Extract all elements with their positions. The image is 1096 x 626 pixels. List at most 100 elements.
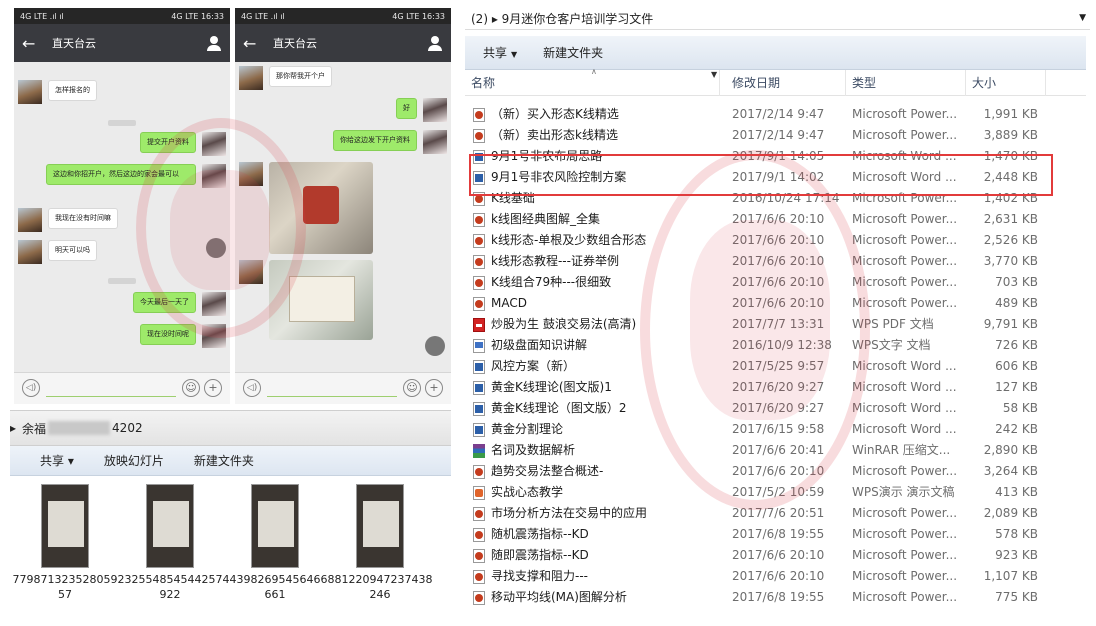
avatar[interactable]: [423, 130, 447, 154]
new-folder-button[interactable]: 新建文件夹: [194, 452, 254, 469]
file-row[interactable]: k线形态-单根及少数组合形态 2017/6/6 20:10 Microsoft Po…: [465, 230, 1090, 251]
word-file-icon: [473, 150, 485, 164]
avatar[interactable]: [239, 162, 263, 186]
breadcrumb-suffix: 4202: [112, 421, 143, 435]
column-size[interactable]: 大小: [966, 70, 1046, 96]
file-row[interactable]: 风控方案（新） 2017/5/25 9:57 Microsoft Word ... 6…: [465, 356, 1090, 377]
emoji-icon[interactable]: ☺: [182, 379, 200, 397]
file-row[interactable]: 9月1号非农布局思路 2017/9/1 14:05 Microsoft Word .…: [465, 146, 1090, 167]
nav-arrow-icon[interactable]: ▸: [10, 421, 16, 435]
image-thumbnail[interactable]: 443982695456466661: [220, 484, 330, 602]
powerpoint-file-icon: [473, 108, 485, 122]
image-thumbnail[interactable]: 881220947237438246: [325, 484, 435, 602]
breadcrumb[interactable]: (2) ▸ 9月迷你仓客户培训学习文件: [471, 10, 653, 27]
file-name: 初级盘面知识讲解: [491, 338, 588, 352]
contact-profile-icon[interactable]: [427, 35, 443, 51]
file-row[interactable]: 移动平均线(MA)图解分析 2017/6/8 19:55 Microsoft Pow…: [465, 587, 1090, 608]
message-bubble: 怎样报名的: [48, 80, 97, 101]
file-row[interactable]: 趋势交易法整合概述- 2017/6/6 20:10 Microsoft Power.…: [465, 461, 1090, 482]
file-size: 242 KB: [995, 422, 1038, 436]
address-bar[interactable]: (2) ▸ 9月迷你仓客户培训学习文件 ▼: [465, 8, 1090, 30]
file-row[interactable]: 炒股为生 鼓浪交易法(高清) 2017/7/7 13:31 WPS PDF 文档 9,…: [465, 314, 1090, 335]
avatar[interactable]: [239, 66, 263, 90]
file-date: 2017/6/6 20:10: [732, 212, 825, 226]
floating-button[interactable]: [206, 238, 226, 258]
file-row[interactable]: 黄金K线理论（图文版）2 2017/6/20 9:27 Microsoft Word…: [465, 398, 1090, 419]
avatar[interactable]: [202, 324, 226, 348]
file-row[interactable]: 黄金K线理论(图文版)1 2017/6/20 9:27 Microsoft Word…: [465, 377, 1090, 398]
file-row[interactable]: 实战心态教学 2017/5/2 10:59 WPS演示 演示文稿 413 KB: [465, 482, 1090, 503]
share-button[interactable]: 共享 ▼: [483, 44, 517, 61]
back-arrow-icon[interactable]: ←: [243, 34, 265, 53]
voice-icon[interactable]: ◁): [22, 379, 40, 397]
file-date: 2017/9/1 14:02: [732, 170, 825, 184]
column-filter-icon[interactable]: ▼: [711, 70, 717, 79]
file-row[interactable]: k线图经典图解_全集 2017/6/6 20:10 Microsoft Power.…: [465, 209, 1090, 230]
id-card-photo[interactable]: [269, 162, 373, 254]
file-row[interactable]: （新）卖出形态k线精选 2017/2/14 9:47 Microsoft Power…: [465, 125, 1090, 146]
file-row[interactable]: 初级盘面知识讲解 2016/10/9 12:38 WPS文字 文档 726 KB: [465, 335, 1090, 356]
file-name: 趋势交易法整合概述-: [491, 464, 604, 478]
file-name: 881220947237438246: [327, 573, 433, 601]
file-row[interactable]: K线组合79种---很细致 2017/6/6 20:10 Microsoft Pow…: [465, 272, 1090, 293]
file-row[interactable]: 黄金分割理论 2017/6/15 9:58 Microsoft Word ... 24…: [465, 419, 1090, 440]
new-folder-button[interactable]: 新建文件夹: [543, 44, 603, 61]
toolbar: 共享 ▼ 新建文件夹: [465, 36, 1086, 70]
file-row[interactable]: MACD 2017/6/6 20:10 Microsoft Power... 489 …: [465, 293, 1090, 314]
message-input[interactable]: [46, 381, 176, 397]
file-date: 2017/6/6 20:10: [732, 275, 825, 289]
voice-icon[interactable]: ◁): [243, 379, 261, 397]
powerpoint-file-icon: [473, 507, 485, 521]
address-dropdown-icon[interactable]: ▼: [1079, 13, 1086, 23]
file-row[interactable]: K线基础 2016/10/24 17:14 Microsoft Power... 1,…: [465, 188, 1090, 209]
avatar[interactable]: [423, 98, 447, 122]
file-row[interactable]: 寻找支撑和阻力--- 2017/6/6 20:10 Microsoft Power.…: [465, 566, 1090, 587]
chat-message: 怎样报名的: [18, 80, 103, 104]
file-date: 2017/6/20 9:27: [732, 401, 825, 415]
avatar[interactable]: [18, 208, 42, 232]
status-left: 4G LTE .ıl ıl: [20, 11, 64, 21]
powerpoint-file-icon: [473, 276, 485, 290]
message-bubble: 好: [396, 98, 417, 119]
column-date[interactable]: 修改日期: [726, 70, 846, 96]
avatar[interactable]: [18, 240, 42, 264]
file-size: 2,448 KB: [983, 170, 1038, 184]
column-type[interactable]: 类型: [846, 70, 966, 96]
emoji-icon[interactable]: ☺: [403, 379, 421, 397]
avatar[interactable]: [239, 260, 263, 284]
avatar[interactable]: [202, 292, 226, 316]
file-name: K线基础: [491, 191, 535, 205]
plus-icon[interactable]: +: [204, 379, 222, 397]
file-row[interactable]: （新）买入形态K线精选 2017/2/14 9:47 Microsoft Power…: [465, 104, 1090, 125]
slideshow-button[interactable]: 放映幻灯片: [104, 452, 164, 469]
avatar[interactable]: [202, 164, 226, 188]
column-name[interactable]: 名称: [465, 70, 720, 96]
file-row[interactable]: 名词及数据解析 2017/6/6 20:41 WinRAR 压缩文... 2,890 …: [465, 440, 1090, 461]
message-bubble: 提交开户资料: [140, 132, 196, 153]
file-name: 风控方案（新）: [491, 359, 576, 373]
file-type: Microsoft Power...: [852, 191, 958, 205]
image-thumbnail[interactable]: 232554854544257922: [115, 484, 225, 602]
file-name: 移动平均线(MA)图解分析: [491, 590, 627, 604]
floating-button[interactable]: [425, 336, 445, 356]
file-explorer-small: ▸ 余福 4202 共享 ▾ 放映幻灯片 新建文件夹 7798713235280…: [10, 410, 451, 616]
file-type: Microsoft Power...: [852, 254, 958, 268]
image-thumbnail[interactable]: 77987132352805957: [10, 484, 120, 602]
avatar[interactable]: [18, 80, 42, 104]
file-row[interactable]: 市场分析方法在交易中的应用 2017/7/6 20:51 Microsoft Pow…: [465, 503, 1090, 524]
file-row[interactable]: 随即震荡指标--KD 2017/6/6 20:10 Microsoft Power.…: [465, 545, 1090, 566]
id-card-photo[interactable]: [269, 260, 373, 340]
file-date: 2017/7/7 13:31: [732, 317, 825, 331]
address-bar[interactable]: ▸ 余福 4202: [10, 410, 451, 446]
file-type: Microsoft Power...: [852, 296, 958, 310]
plus-icon[interactable]: +: [425, 379, 443, 397]
contact-profile-icon[interactable]: [206, 35, 222, 51]
file-size: 578 KB: [995, 527, 1038, 541]
file-row[interactable]: k线形态教程---证券举例 2017/6/6 20:10 Microsoft Pow…: [465, 251, 1090, 272]
avatar[interactable]: [202, 132, 226, 156]
message-input[interactable]: [267, 381, 397, 397]
back-arrow-icon[interactable]: ←: [22, 34, 44, 53]
file-row[interactable]: 随机震荡指标--KD 2017/6/8 19:55 Microsoft Power.…: [465, 524, 1090, 545]
share-button[interactable]: 共享 ▾: [40, 452, 74, 469]
file-row[interactable]: 9月1号非农风险控制方案 2017/9/1 14:02 Microsoft Word…: [465, 167, 1090, 188]
